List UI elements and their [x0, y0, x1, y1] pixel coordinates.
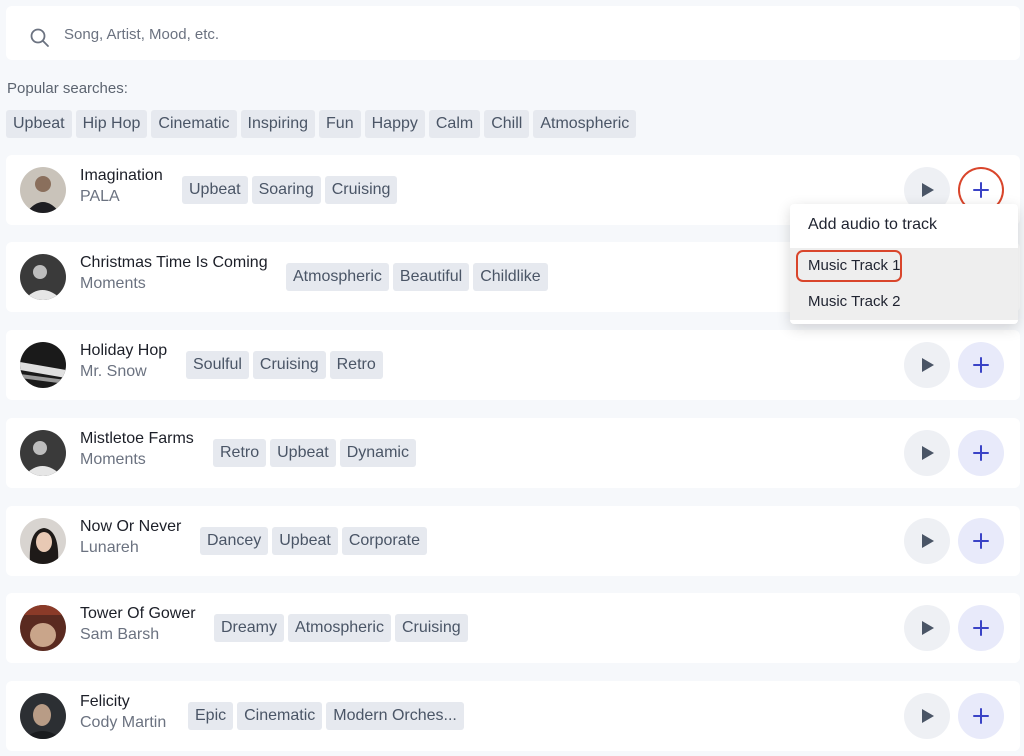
popular-chip-hip-hop[interactable]: Hip Hop: [75, 110, 148, 138]
dropdown-header: Add audio to track: [808, 216, 937, 233]
play-icon: [922, 621, 934, 635]
search-input[interactable]: [62, 19, 966, 49]
dropdown-item-music-track-2[interactable]: Music Track 2: [790, 284, 1018, 320]
track-tag[interactable]: Dynamic: [339, 439, 416, 467]
play-button[interactable]: [904, 605, 950, 651]
popular-searches-label: Popular searches:: [7, 80, 128, 97]
add-button[interactable]: [958, 342, 1004, 388]
popular-search-chips: Upbeat Hip Hop Cinematic Inspiring Fun H…: [6, 110, 637, 138]
track-tag[interactable]: Beautiful: [392, 263, 470, 291]
track-artist[interactable]: Lunareh: [80, 539, 139, 557]
track-row-mistletoe-farms[interactable]: Mistletoe Farms Moments Retro Upbeat Dyn…: [6, 418, 1020, 488]
track-row-holiday-hop[interactable]: Holiday Hop Mr. Snow Soulful Cruising Re…: [6, 330, 1020, 400]
add-button[interactable]: [958, 518, 1004, 564]
track-tags: Epic Cinematic Modern Orches...: [188, 702, 464, 730]
add-to-track-dropdown: Add audio to track Music Track 1 Music T…: [790, 204, 1018, 324]
artist-avatar: [20, 167, 66, 213]
popular-chip-upbeat[interactable]: Upbeat: [6, 110, 72, 138]
track-title[interactable]: Mistletoe Farms: [80, 430, 194, 448]
track-tag[interactable]: Corporate: [341, 527, 427, 555]
play-icon: [922, 534, 934, 548]
track-tag[interactable]: Dreamy: [214, 614, 285, 642]
track-artist[interactable]: Mr. Snow: [80, 363, 147, 381]
track-tag[interactable]: Upbeat: [270, 439, 336, 467]
popular-chip-chill[interactable]: Chill: [484, 110, 530, 138]
track-title[interactable]: Holiday Hop: [80, 342, 167, 360]
play-icon: [922, 709, 934, 723]
track-tag[interactable]: Cruising: [324, 176, 398, 204]
play-icon: [922, 183, 934, 197]
play-button[interactable]: [904, 430, 950, 476]
track-tag[interactable]: Soulful: [186, 351, 249, 379]
track-row-now-or-never[interactable]: Now Or Never Lunareh Dancey Upbeat Corpo…: [6, 506, 1020, 576]
plus-icon: [973, 357, 989, 373]
artist-avatar: [20, 254, 66, 300]
track-tags: Upbeat Soaring Cruising: [182, 176, 398, 204]
track-tags: Dreamy Atmospheric Cruising: [214, 614, 468, 642]
dropdown-item-music-track-1[interactable]: Music Track 1: [790, 248, 1018, 284]
popular-chip-fun[interactable]: Fun: [319, 110, 361, 138]
track-tag[interactable]: Epic: [188, 702, 234, 730]
artist-avatar: [20, 693, 66, 739]
play-icon: [922, 358, 934, 372]
dropdown-item-label: Music Track 1: [808, 257, 901, 274]
track-tag[interactable]: Upbeat: [182, 176, 248, 204]
search-bar[interactable]: [6, 6, 1020, 60]
popular-chip-cinematic[interactable]: Cinematic: [151, 110, 237, 138]
track-title[interactable]: Tower Of Gower: [80, 605, 196, 623]
artist-avatar: [20, 518, 66, 564]
track-tag[interactable]: Cruising: [252, 351, 326, 379]
track-tag[interactable]: Cruising: [394, 614, 468, 642]
track-title[interactable]: Imagination: [80, 167, 163, 185]
play-button[interactable]: [904, 342, 950, 388]
plus-icon: [973, 445, 989, 461]
add-button[interactable]: [958, 430, 1004, 476]
track-tag[interactable]: Atmospheric: [286, 263, 389, 291]
plus-icon: [973, 182, 989, 198]
track-tag[interactable]: Cinematic: [237, 702, 323, 730]
track-tags: Retro Upbeat Dynamic: [213, 439, 416, 467]
track-tag[interactable]: Dancey: [200, 527, 269, 555]
dropdown-item-label: Music Track 2: [808, 293, 901, 310]
popular-chip-happy[interactable]: Happy: [364, 110, 425, 138]
artist-avatar: [20, 605, 66, 651]
play-button[interactable]: [904, 518, 950, 564]
play-icon: [922, 446, 934, 460]
artist-avatar: [20, 430, 66, 476]
popular-chip-calm[interactable]: Calm: [428, 110, 481, 138]
plus-icon: [973, 620, 989, 636]
popular-chip-inspiring[interactable]: Inspiring: [240, 110, 316, 138]
track-title[interactable]: Felicity: [80, 693, 130, 711]
search-icon: [30, 28, 50, 48]
track-artist[interactable]: PALA: [80, 188, 120, 206]
track-tag[interactable]: Childlike: [473, 263, 548, 291]
track-tag[interactable]: Retro: [329, 351, 383, 379]
track-artist[interactable]: Sam Barsh: [80, 626, 159, 644]
track-tag[interactable]: Upbeat: [272, 527, 338, 555]
track-row-tower-of-gower[interactable]: Tower Of Gower Sam Barsh Dreamy Atmosphe…: [6, 593, 1020, 663]
play-button[interactable]: [904, 693, 950, 739]
track-tag[interactable]: Soaring: [251, 176, 321, 204]
track-row-felicity[interactable]: Felicity Cody Martin Epic Cinematic Mode…: [6, 681, 1020, 751]
add-button[interactable]: [958, 605, 1004, 651]
track-tags: Soulful Cruising Retro: [186, 351, 383, 379]
plus-icon: [973, 708, 989, 724]
track-tag[interactable]: Retro: [213, 439, 267, 467]
track-tag[interactable]: Atmospheric: [288, 614, 391, 642]
track-tag[interactable]: Modern Orches...: [326, 702, 464, 730]
plus-icon: [973, 533, 989, 549]
popular-chip-atmospheric[interactable]: Atmospheric: [533, 110, 637, 138]
track-tags: Atmospheric Beautiful Childlike: [286, 263, 548, 291]
track-artist[interactable]: Cody Martin: [80, 714, 166, 732]
track-title[interactable]: Christmas Time Is Coming: [80, 254, 268, 272]
track-tags: Dancey Upbeat Corporate: [200, 527, 427, 555]
track-artist[interactable]: Moments: [80, 451, 146, 469]
add-button[interactable]: [958, 693, 1004, 739]
track-title[interactable]: Now Or Never: [80, 518, 181, 536]
track-artist[interactable]: Moments: [80, 275, 146, 293]
artist-avatar: [20, 342, 66, 388]
